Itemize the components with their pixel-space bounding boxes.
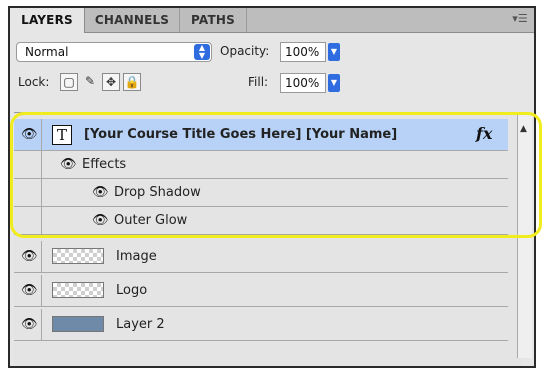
effect-label-outer-glow: Outer Glow — [114, 213, 188, 228]
eye-icon[interactable]: 👁 — [92, 185, 109, 200]
layer-row-layer2[interactable]: 👁 Layer 2 — [14, 309, 508, 341]
layers-scrollbar[interactable]: ▲ — [517, 112, 532, 358]
eye-icon[interactable]: 👁 — [60, 157, 77, 172]
opacity-field[interactable]: 100% — [280, 42, 326, 62]
visibility-column: 👁 — [14, 309, 42, 340]
layer-name-image[interactable]: Image — [116, 249, 157, 264]
fill-label: Fill: — [248, 75, 269, 89]
lock-all-icon[interactable]: 🔒 — [123, 73, 141, 91]
layer-row-logo[interactable]: 👁 Logo — [14, 275, 508, 307]
layer-name-layer2[interactable]: Layer 2 — [116, 317, 165, 332]
panel-tab-bar: LAYERS CHANNELS PATHS ▾☰ — [10, 8, 534, 33]
opacity-label: Opacity: — [220, 44, 270, 58]
blend-mode-value: Normal — [25, 45, 69, 59]
layer-name-logo[interactable]: Logo — [116, 283, 147, 298]
panel-menu-icon[interactable]: ▾☰ — [512, 12, 528, 26]
visibility-column: 👁 — [14, 275, 42, 306]
visibility-column — [14, 179, 42, 206]
tab-layers[interactable]: LAYERS — [10, 8, 85, 33]
layer-thumbnail — [52, 282, 104, 298]
eye-icon[interactable]: 👁 — [21, 127, 38, 142]
effect-label-drop-shadow: Drop Shadow — [114, 185, 201, 200]
layer-thumbnail — [52, 248, 104, 264]
opacity-dropdown-icon[interactable]: ▼ — [328, 43, 340, 61]
layer-name-text[interactable]: [Your Course Title Goes Here] [Your Name… — [84, 127, 397, 142]
lock-label: Lock: — [18, 75, 50, 89]
eye-icon[interactable]: 👁 — [21, 317, 38, 332]
tab-channels[interactable]: CHANNELS — [85, 8, 180, 32]
effects-label: Effects — [82, 157, 127, 172]
text-layer-icon: T — [52, 125, 72, 145]
blend-mode-select[interactable]: Normal ▲ ▼ — [16, 42, 212, 62]
layer-row-image[interactable]: 👁 Image — [14, 241, 508, 273]
lock-transparent-pixels-icon[interactable]: ▢ — [60, 73, 78, 91]
lock-position-icon[interactable]: ✥ — [102, 73, 120, 91]
layer-row-text[interactable]: 👁 T [Your Course Title Goes Here] [Your … — [14, 119, 508, 151]
effects-row[interactable]: 👁 Effects — [14, 151, 508, 179]
eye-icon[interactable]: 👁 — [21, 249, 38, 264]
effect-row-outer-glow[interactable]: 👁 Outer Glow — [14, 207, 508, 235]
visibility-column — [14, 151, 42, 178]
lock-image-pixels-icon[interactable]: ✎ — [81, 73, 99, 91]
effect-row-drop-shadow[interactable]: 👁 Drop Shadow — [14, 179, 508, 207]
layers-list: 👁 T [Your Course Title Goes Here] [Your … — [14, 112, 522, 365]
visibility-column — [14, 207, 42, 234]
fill-field[interactable]: 100% — [280, 73, 326, 93]
visibility-column: 👁 — [14, 119, 42, 150]
eye-icon[interactable]: 👁 — [92, 213, 109, 228]
tab-paths[interactable]: PATHS — [180, 8, 247, 32]
updown-arrows-icon: ▲ ▼ — [194, 44, 210, 60]
fx-icon[interactable]: fx — [476, 124, 492, 143]
visibility-column: 👁 — [14, 241, 42, 272]
layer-thumbnail — [52, 316, 104, 332]
scroll-up-arrow-icon[interactable]: ▲ — [520, 124, 527, 134]
eye-icon[interactable]: 👁 — [21, 283, 38, 298]
fill-dropdown-icon[interactable]: ▼ — [328, 74, 340, 92]
